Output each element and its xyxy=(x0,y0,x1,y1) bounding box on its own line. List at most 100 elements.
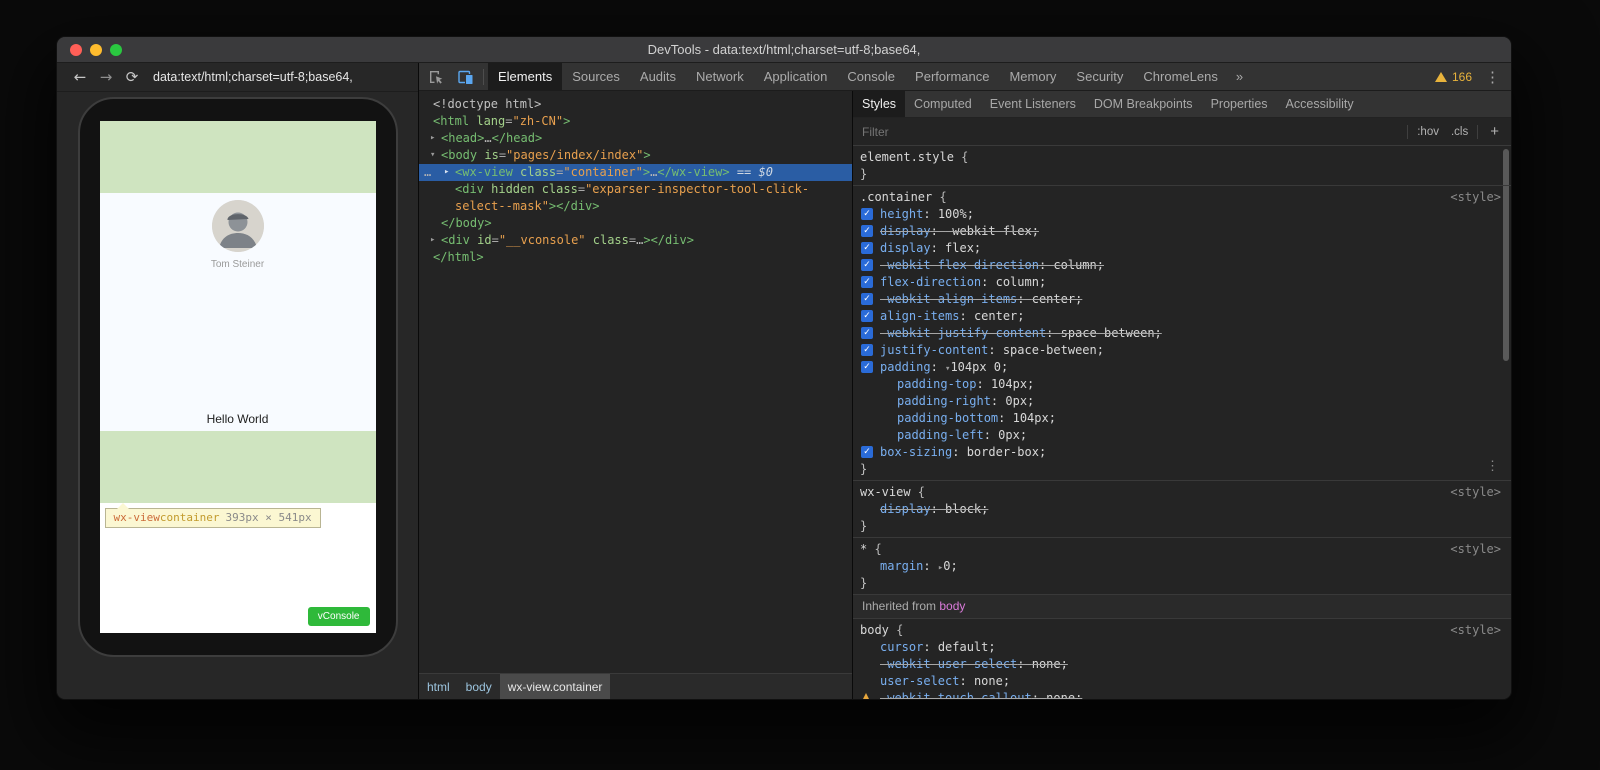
css-property-name[interactable]: -webkit-align-items xyxy=(880,292,1017,306)
css-declaration[interactable]: user-select: none; xyxy=(853,673,1511,690)
device-toolbar-icon[interactable] xyxy=(453,64,479,90)
css-property-value[interactable]: column; xyxy=(996,275,1047,289)
tab-sources[interactable]: Sources xyxy=(562,63,630,90)
css-property-name[interactable]: user-select xyxy=(880,674,959,688)
breadcrumb-item[interactable]: html xyxy=(419,674,458,699)
breadcrumb-item[interactable]: body xyxy=(458,674,500,699)
css-property-name[interactable]: display xyxy=(880,224,931,238)
dom-tree-node[interactable]: <div hidden class="exparser-inspector-to… xyxy=(419,181,852,198)
css-property-name[interactable]: padding-right xyxy=(897,394,991,408)
css-property-value[interactable]: 100%; xyxy=(938,207,974,221)
css-property-value[interactable]: flex; xyxy=(945,241,981,255)
css-property-name[interactable]: align-items xyxy=(880,309,959,323)
tab-network[interactable]: Network xyxy=(686,63,754,90)
property-checkbox[interactable]: ✓ xyxy=(861,208,873,220)
css-declaration[interactable]: padding-right: 0px; xyxy=(853,393,1511,410)
css-declaration[interactable]: ✓display: -webkit-flex; xyxy=(853,223,1511,240)
css-declaration[interactable]: padding-left: 0px; xyxy=(853,427,1511,444)
sidebar-tab-styles[interactable]: Styles xyxy=(853,91,905,117)
css-property-value[interactable]: center; xyxy=(1032,292,1083,306)
dom-tree-node[interactable]: …▸<wx-view class="container">…</wx-view>… xyxy=(419,164,852,181)
page-viewport[interactable]: Tom Steiner Hello World vConsole wx-view… xyxy=(100,121,376,633)
css-declaration[interactable]: ✓justify-content: space-between; xyxy=(853,342,1511,359)
inherited-from-link[interactable]: body xyxy=(939,599,965,613)
css-property-value[interactable]: 0px; xyxy=(1005,394,1034,408)
css-property-name[interactable]: -webkit-flex-direction xyxy=(880,258,1039,272)
property-checkbox[interactable]: ✓ xyxy=(861,259,873,271)
console-error-badge[interactable]: 166 xyxy=(1435,70,1472,84)
sidebar-tab-dom-breakpoints[interactable]: DOM Breakpoints xyxy=(1085,91,1202,117)
css-declaration[interactable]: display: block; xyxy=(853,501,1511,518)
css-property-name[interactable]: -webkit-justify-content xyxy=(880,326,1046,340)
css-property-value[interactable]: 0px; xyxy=(998,428,1027,442)
css-property-value[interactable]: center; xyxy=(974,309,1025,323)
expand-arrow-icon[interactable]: ▾ xyxy=(430,147,435,164)
property-checkbox[interactable]: ✓ xyxy=(861,242,873,254)
tab-audits[interactable]: Audits xyxy=(630,63,686,90)
css-selector[interactable]: wx-view {<style> xyxy=(853,484,1511,501)
styles-filter-input[interactable] xyxy=(862,125,1404,139)
zoom-window-button[interactable] xyxy=(110,44,122,56)
dom-tree-node[interactable]: </html> xyxy=(419,249,852,266)
css-property-name[interactable]: padding-top xyxy=(897,377,976,391)
css-declaration[interactable]: padding-bottom: 104px; xyxy=(853,410,1511,427)
property-checkbox[interactable]: ✓ xyxy=(861,310,873,322)
css-property-name[interactable]: padding-left xyxy=(897,428,984,442)
rule-menu-icon[interactable]: ⋮ xyxy=(1486,459,1499,474)
property-checkbox[interactable]: ✓ xyxy=(861,225,873,237)
class-toggle[interactable]: .cls xyxy=(1445,126,1474,138)
pseudo-state-toggle[interactable]: :hov xyxy=(1411,126,1445,138)
sidebar-tab-accessibility[interactable]: Accessibility xyxy=(1277,91,1363,117)
css-declaration[interactable]: ✓display: flex; xyxy=(853,240,1511,257)
dom-tree-node[interactable]: select--mask"></div> xyxy=(419,198,852,215)
css-selector[interactable]: element.style { xyxy=(853,149,1511,166)
css-property-value[interactable]: -webkit-flex; xyxy=(945,224,1039,238)
css-property-name[interactable]: justify-content xyxy=(880,343,988,357)
forward-button[interactable]: → xyxy=(93,68,119,86)
css-declaration[interactable]: ✓align-items: center; xyxy=(853,308,1511,325)
css-selector[interactable]: body {<style> xyxy=(853,622,1511,639)
tab-performance[interactable]: Performance xyxy=(905,63,999,90)
css-selector[interactable]: * {<style> xyxy=(853,541,1511,558)
dom-tree-node[interactable]: <!doctype html> xyxy=(419,96,852,113)
css-property-name[interactable]: margin xyxy=(880,559,923,573)
tab-chromelens[interactable]: ChromeLens xyxy=(1133,63,1227,90)
css-property-name[interactable]: height xyxy=(880,207,923,221)
css-property-value[interactable]: 0; xyxy=(943,559,957,573)
css-property-name[interactable]: padding xyxy=(880,360,931,374)
property-checkbox[interactable]: ✓ xyxy=(861,361,873,373)
css-declaration[interactable]: ✓height: 100%; xyxy=(853,206,1511,223)
css-declaration[interactable]: margin: ▸0; xyxy=(853,558,1511,575)
css-property-value[interactable]: 104px 0; xyxy=(950,360,1008,374)
stylesheet-link[interactable]: <style> xyxy=(1450,484,1501,501)
property-checkbox[interactable]: ✓ xyxy=(861,344,873,356)
dom-tree-node[interactable]: ▾<body is="pages/index/index"> xyxy=(419,147,852,164)
css-declaration[interactable]: ✓-webkit-align-items: center; xyxy=(853,291,1511,308)
minimize-window-button[interactable] xyxy=(90,44,102,56)
css-property-value[interactable]: border-box; xyxy=(967,445,1046,459)
dom-tree-node[interactable]: </body> xyxy=(419,215,852,232)
css-property-value[interactable]: column; xyxy=(1053,258,1104,272)
css-property-name[interactable]: cursor xyxy=(880,640,923,654)
css-property-value[interactable]: 104px; xyxy=(991,377,1034,391)
css-selector[interactable]: .container {<style> xyxy=(853,189,1511,206)
css-declaration[interactable]: -webkit-touch-callout: none; xyxy=(853,690,1511,699)
css-property-name[interactable]: padding-bottom xyxy=(897,411,998,425)
css-property-name[interactable]: display xyxy=(880,502,931,516)
tab-elements[interactable]: Elements xyxy=(488,63,562,90)
css-property-value[interactable]: 104px; xyxy=(1013,411,1056,425)
sidebar-tab-computed[interactable]: Computed xyxy=(905,91,981,117)
tab-security[interactable]: Security xyxy=(1066,63,1133,90)
tab-console[interactable]: Console xyxy=(837,63,905,90)
tab-application[interactable]: Application xyxy=(754,63,838,90)
address-bar[interactable]: data:text/html;charset=utf-8;base64, xyxy=(153,70,353,84)
expand-arrow-icon[interactable]: ▸ xyxy=(444,164,449,181)
stylesheet-link[interactable]: <style> xyxy=(1450,189,1501,206)
css-property-value[interactable]: space-between; xyxy=(1003,343,1104,357)
css-declaration[interactable]: ✓flex-direction: column; xyxy=(853,274,1511,291)
css-property-value[interactable]: none; xyxy=(1046,691,1082,699)
css-declaration[interactable]: padding-top: 104px; xyxy=(853,376,1511,393)
css-declaration[interactable]: ✓box-sizing: border-box; xyxy=(853,444,1511,461)
sidebar-tab-properties[interactable]: Properties xyxy=(1202,91,1277,117)
dom-tree-node[interactable]: ▸<div id="__vconsole" class=…></div> xyxy=(419,232,852,249)
